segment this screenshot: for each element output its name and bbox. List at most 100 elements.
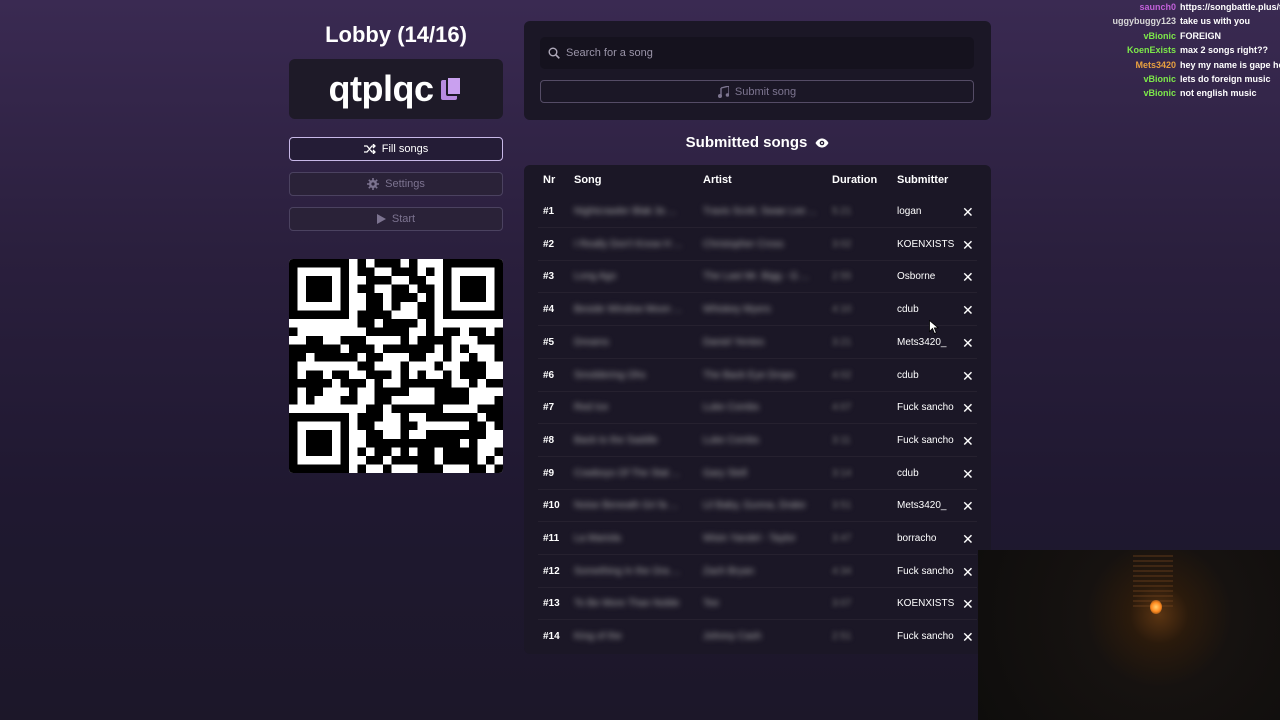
remove-song-button[interactable]: ✕ bbox=[962, 490, 974, 522]
chat-overlay: saunch0 https://songbattle.plus/t uggybugg… bbox=[1100, 0, 1280, 101]
table-header: Nr Song Artist Duration Submitter bbox=[524, 174, 991, 188]
column-submitter: Submitter bbox=[897, 174, 949, 186]
lobby-title: Lobby (14/16) bbox=[325, 22, 467, 47]
song-artist: Wisin Yandel - Taylor bbox=[703, 533, 796, 544]
song-duration: 3:47 bbox=[832, 533, 852, 544]
chat-message: saunch0 https://songbattle.plus/t bbox=[1100, 0, 1280, 14]
song-title: Long Ago bbox=[574, 271, 617, 283]
song-title: Dreams bbox=[574, 336, 610, 348]
song-number: #9 bbox=[543, 467, 555, 479]
song-submitter: cdub bbox=[897, 467, 919, 479]
start-label: Start bbox=[391, 213, 416, 225]
search-box[interactable] bbox=[540, 37, 974, 69]
submitted-songs-table: Nr Song Artist Duration Submitter #1 Nigh… bbox=[524, 165, 991, 654]
eye-icon[interactable] bbox=[815, 138, 829, 148]
remove-song-button[interactable]: ✕ bbox=[962, 392, 974, 424]
mouse-cursor-icon bbox=[929, 320, 939, 334]
song-number: #1 bbox=[543, 206, 555, 217]
song-artist: Tee bbox=[703, 598, 720, 610]
remove-song-button[interactable]: ✕ bbox=[962, 261, 974, 293]
chat-username: Mets3420 bbox=[1135, 59, 1176, 70]
song-number: #6 bbox=[543, 369, 555, 381]
search-panel: Submit song bbox=[524, 21, 991, 120]
search-input[interactable] bbox=[566, 47, 946, 59]
table-row: #12 Something In the Ora ... Zach Bryan 4:3… bbox=[524, 556, 991, 588]
song-duration: 2:51 bbox=[832, 631, 852, 643]
song-number: #8 bbox=[543, 434, 555, 446]
song-artist: Johnny Cash bbox=[703, 631, 762, 643]
song-submitter: KOENXISTS bbox=[897, 238, 955, 250]
song-number: #2 bbox=[543, 238, 555, 250]
start-button[interactable]: Start bbox=[289, 207, 503, 231]
chat-text: lets do foreign music bbox=[1180, 73, 1271, 84]
song-title: La Mariola bbox=[574, 533, 621, 544]
song-duration: 3:11 bbox=[832, 434, 851, 446]
song-artist: Gary Stell bbox=[703, 467, 747, 479]
submit-song-button[interactable]: Submit song bbox=[540, 80, 974, 103]
remove-song-button[interactable]: ✕ bbox=[962, 360, 974, 392]
table-row: #2 I Really Don't Know H ... Christopher C… bbox=[524, 229, 991, 261]
song-number: #5 bbox=[543, 336, 555, 348]
table-row: #7 Red Ice Luke Combs 4:07 Fuck sancho ✕ bbox=[524, 392, 991, 425]
song-submitter: Mets3420_ bbox=[897, 336, 947, 348]
column-duration: Duration bbox=[832, 174, 878, 186]
song-duration: 3:14 bbox=[832, 467, 852, 479]
song-title: I Really Don't Know H ... bbox=[574, 238, 683, 250]
remove-song-button[interactable]: ✕ bbox=[962, 458, 974, 490]
chat-message: vBionic lets do foreign music bbox=[1100, 72, 1280, 86]
song-duration: 3:21 bbox=[832, 336, 852, 348]
table-row: #11 La Mariola Wisin Yandel - Taylor 3:47 bo… bbox=[524, 523, 991, 555]
remove-song-button[interactable]: ✕ bbox=[962, 229, 974, 261]
settings-label: Settings bbox=[385, 178, 425, 190]
song-submitter: borracho bbox=[897, 533, 937, 544]
song-artist: Christopher Cross bbox=[703, 238, 784, 250]
webcam-overlay bbox=[978, 550, 1280, 720]
song-artist: Zach Bryan bbox=[703, 565, 755, 577]
remove-song-button[interactable]: ✕ bbox=[962, 294, 974, 326]
settings-button[interactable]: Settings bbox=[289, 172, 503, 196]
chat-message: vBionic FOREIGN bbox=[1100, 29, 1280, 43]
fill-songs-button[interactable]: Fill songs bbox=[289, 137, 503, 161]
song-submitter: Mets3420_ bbox=[897, 500, 947, 512]
copy-icon[interactable] bbox=[441, 76, 463, 102]
table-row: #8 Back to the Saddle Luke Combs 3:11 Fuck s… bbox=[524, 425, 991, 457]
song-title: Something In the Ora ... bbox=[574, 565, 681, 577]
chat-username: vBionic bbox=[1143, 73, 1176, 84]
lamp-light bbox=[1150, 600, 1162, 614]
song-title: Cowboys Of The Stat ... bbox=[574, 467, 680, 479]
song-artist: Lil Baby, Gunna, Drake bbox=[703, 500, 806, 512]
table-row: #14 King of the Johnny Cash 2:51 Fuck sancho… bbox=[524, 621, 991, 653]
table-row: #13 To Be More Than Noble Tee 3:07 KOENXISTS… bbox=[524, 588, 991, 621]
search-icon bbox=[548, 47, 560, 59]
song-number: #14 bbox=[543, 631, 560, 643]
chat-text: max 2 songs right?? bbox=[1180, 45, 1269, 56]
gear-icon bbox=[367, 178, 380, 190]
remove-song-button[interactable]: ✕ bbox=[962, 425, 974, 457]
remove-song-button[interactable]: ✕ bbox=[962, 588, 974, 620]
chat-text: https://songbattle.plus/t bbox=[1180, 2, 1280, 12]
song-duration: 4:10 bbox=[832, 304, 852, 316]
song-duration: 4:07 bbox=[832, 402, 852, 414]
song-number: #4 bbox=[543, 304, 555, 316]
remove-song-button[interactable]: ✕ bbox=[962, 621, 974, 653]
song-duration: 3:02 bbox=[832, 238, 852, 250]
song-submitter: Fuck sancho bbox=[897, 402, 954, 414]
song-duration: 2:55 bbox=[832, 271, 852, 283]
song-artist: Travis Scott, Swae Lee ... bbox=[703, 206, 817, 217]
submitted-songs-title: Submitted songs bbox=[685, 134, 808, 151]
column-song: Song bbox=[574, 174, 602, 186]
chat-message: uggybuggy123 take us with you bbox=[1100, 14, 1280, 28]
music-note-icon bbox=[717, 85, 729, 98]
song-title: Noise Beneath Gri fa ... bbox=[574, 500, 678, 512]
remove-song-button[interactable]: ✕ bbox=[962, 523, 974, 555]
song-number: #10 bbox=[543, 500, 560, 512]
remove-song-button[interactable]: ✕ bbox=[962, 327, 974, 359]
song-artist: Whiskey Myers bbox=[703, 304, 771, 316]
song-duration: 5:21 bbox=[832, 206, 852, 217]
remove-song-button[interactable]: ✕ bbox=[962, 196, 974, 228]
song-number: #11 bbox=[543, 533, 560, 544]
song-submitter: Fuck sancho bbox=[897, 434, 954, 446]
song-number: #13 bbox=[543, 598, 560, 610]
chat-text: hey my name is gape hor bbox=[1180, 59, 1280, 70]
remove-song-button[interactable]: ✕ bbox=[962, 556, 974, 588]
